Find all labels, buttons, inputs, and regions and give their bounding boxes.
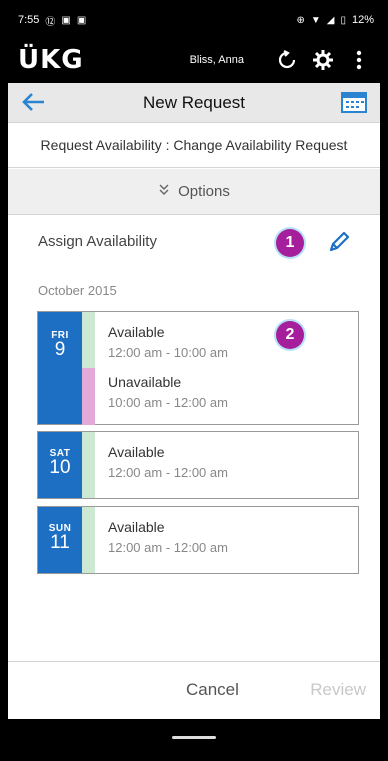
double-chevron-down-icon xyxy=(158,183,170,200)
vpn-key-icon: ⊕ xyxy=(296,14,305,26)
app-header: ÜKG Bliss, Anna xyxy=(18,38,374,82)
entry-status: Available xyxy=(108,444,165,460)
day-card[interactable]: FRI 9 Available 12:00 am - 10:00 am Unav… xyxy=(37,311,359,425)
status-bar: 7:55 ⑫ ▣ ▣ ⊕ ▼ ◢ ▯ 12% xyxy=(18,8,374,32)
entry-time: 12:00 am - 12:00 am xyxy=(108,540,228,555)
availability-entry: Unavailable 10:00 am - 12:00 am xyxy=(108,374,228,410)
status-left: 7:55 ⑫ ▣ ▣ xyxy=(18,13,86,28)
date-block: SAT 10 xyxy=(38,432,82,498)
request-screen: New Request Request Availability : Chang… xyxy=(8,83,380,719)
signal-icon: ◢ xyxy=(326,14,335,26)
available-strip xyxy=(82,312,95,368)
date-block: SUN 11 xyxy=(38,507,82,573)
request-type-subtitle: Request Availability : Change Availabili… xyxy=(8,123,380,168)
page-title: New Request xyxy=(142,92,246,112)
notification-icon: ▣ xyxy=(61,14,71,26)
review-button[interactable]: Review xyxy=(310,680,366,700)
options-label: Options xyxy=(178,183,230,200)
back-arrow-icon[interactable] xyxy=(20,91,46,120)
month-label: October 2015 xyxy=(38,283,117,298)
battery-level: 12% xyxy=(351,14,374,26)
entry-status: Available xyxy=(108,519,165,535)
entry-time: 10:00 am - 12:00 am xyxy=(108,395,228,410)
callout-badge-1: 1 xyxy=(276,229,304,257)
options-toggle[interactable]: Options xyxy=(8,169,380,215)
title-bar: New Request xyxy=(8,83,380,123)
entry-time: 12:00 am - 12:00 am xyxy=(108,465,228,480)
ukg-logo: ÜKG xyxy=(18,45,84,75)
day-card[interactable]: SUN 11 Available 12:00 am - 12:00 am xyxy=(37,506,359,574)
calendar-icon[interactable] xyxy=(340,90,368,114)
notification-icon: ▣ xyxy=(76,14,87,26)
footer-bar: Cancel Review xyxy=(8,661,380,719)
entry-status: Available xyxy=(108,324,165,340)
battery-icon: ▯ xyxy=(340,14,346,26)
notification-icon: ⑫ xyxy=(45,16,56,28)
callout-badge-2: 2 xyxy=(276,321,304,349)
available-strip xyxy=(82,507,95,573)
settings-gear-icon[interactable] xyxy=(308,49,338,71)
availability-entry: Available 12:00 am - 12:00 am xyxy=(108,519,228,555)
status-right: ⊕ ▼ ◢ ▯ 12% xyxy=(296,14,374,26)
more-menu-icon[interactable] xyxy=(344,50,374,70)
status-time: 7:55 xyxy=(18,14,40,26)
day-card[interactable]: SAT 10 Available 12:00 am - 12:00 am xyxy=(37,431,359,499)
phone-frame: 7:55 ⑫ ▣ ▣ ⊕ ▼ ◢ ▯ 12% ÜKG Bliss, Anna N… xyxy=(0,0,388,761)
available-strip xyxy=(82,432,95,498)
availability-entry: Available 12:00 am - 10:00 am xyxy=(108,324,228,360)
refresh-icon[interactable] xyxy=(272,50,302,70)
entry-status: Unavailable xyxy=(108,374,182,390)
assign-availability-title: Assign Availability xyxy=(38,233,157,250)
user-name: Bliss, Anna xyxy=(189,54,244,66)
day-of-month: 9 xyxy=(54,339,66,360)
unavailable-strip xyxy=(82,368,95,425)
home-indicator[interactable] xyxy=(172,736,216,739)
wifi-icon: ▼ xyxy=(310,14,321,26)
cancel-button[interactable]: Cancel xyxy=(186,680,239,700)
date-block: FRI 9 xyxy=(38,312,82,424)
availability-entry: Available 12:00 am - 12:00 am xyxy=(108,444,228,480)
day-of-month: 11 xyxy=(50,532,70,553)
edit-pencil-icon[interactable] xyxy=(326,229,352,255)
day-of-month: 10 xyxy=(49,457,71,478)
entry-time: 12:00 am - 10:00 am xyxy=(108,345,228,360)
